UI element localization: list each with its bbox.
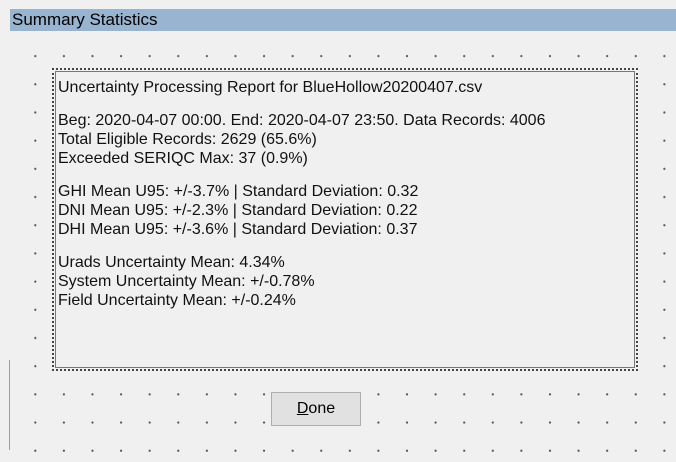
report-line-ghi: GHI Mean U95: +/-3.7% | Standard Deviati… [58,183,419,200]
title-bar: Summary Statistics [10,9,676,31]
report-content: Uncertainty Processing Report for BlueHo… [58,78,634,310]
report-line-dhi: DHI Mean U95: +/-3.6% | Standard Deviati… [58,221,418,238]
report-line-dni: DNI Mean U95: +/-2.3% | Standard Deviati… [58,202,418,219]
report-line-eligible-records: Total Eligible Records: 2629 (65.6%) [58,131,317,148]
report-line-urads: Urads Uncertainty Mean: 4.34% [58,254,285,271]
window-title: Summary Statistics [12,10,158,29]
report-line-date-range: Beg: 2020-04-07 00:00. End: 2020-04-07 2… [58,112,546,129]
done-label: one [308,400,336,417]
report-title: Uncertainty Processing Report for BlueHo… [58,79,483,96]
report-line-seriqc-max: Exceeded SERIQC Max: 37 (0.9%) [58,150,308,167]
report-textbox[interactable]: Uncertainty Processing Report for BlueHo… [52,68,638,371]
report-line-system: System Uncertainty Mean: +/-0.78% [58,273,315,290]
done-mnemonic: D [296,400,309,417]
done-button[interactable]: Done [271,392,361,426]
report-line-field: Field Uncertainty Mean: +/-0.24% [58,292,296,309]
